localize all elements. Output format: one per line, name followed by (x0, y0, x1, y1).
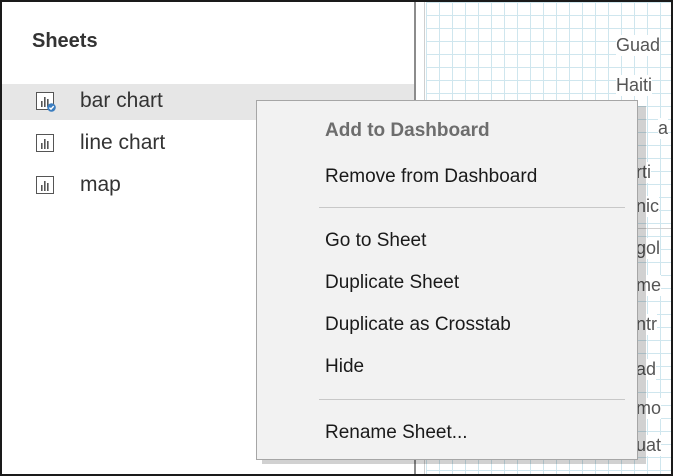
country-label: a (658, 118, 669, 139)
menu-item-label: Hide (325, 356, 365, 377)
worksheet-check-icon (36, 92, 56, 112)
country-label: Guad (616, 35, 661, 56)
menu-item-label: Remove from Dashboard (325, 166, 538, 187)
menu-item-hide[interactable]: Hide (257, 349, 637, 387)
sheet-item-label: map (80, 173, 121, 196)
menu-item-label: Go to Sheet (325, 230, 427, 251)
worksheet-icon (36, 134, 54, 152)
menu-item-duplicate-sheet[interactable]: Duplicate Sheet (257, 265, 637, 303)
menu-item-label: Rename Sheet... (325, 422, 468, 443)
menu-item-label: Add to Dashboard (325, 120, 490, 141)
sheet-context-menu: Add to Dashboard Remove from Dashboard G… (256, 100, 638, 460)
menu-item-duplicate-as-crosstab[interactable]: Duplicate as Crosstab (257, 307, 637, 345)
sheet-item-label: bar chart (80, 89, 163, 112)
menu-separator (319, 207, 625, 208)
sheet-item-label: line chart (80, 131, 166, 154)
menu-item-label: Duplicate as Crosstab (325, 314, 511, 335)
menu-item-label: Duplicate Sheet (325, 272, 460, 293)
sheets-panel-title: Sheets (32, 30, 98, 52)
menu-item-remove-from-dashboard[interactable]: Remove from Dashboard (257, 159, 637, 197)
country-label: Haiti (616, 75, 653, 96)
menu-item-go-to-sheet[interactable]: Go to Sheet (257, 223, 637, 261)
menu-separator (319, 399, 625, 400)
menu-item-rename-sheet[interactable]: Rename Sheet... (257, 415, 637, 453)
worksheet-icon (36, 176, 54, 194)
menu-item-add-to-dashboard: Add to Dashboard (257, 113, 637, 151)
